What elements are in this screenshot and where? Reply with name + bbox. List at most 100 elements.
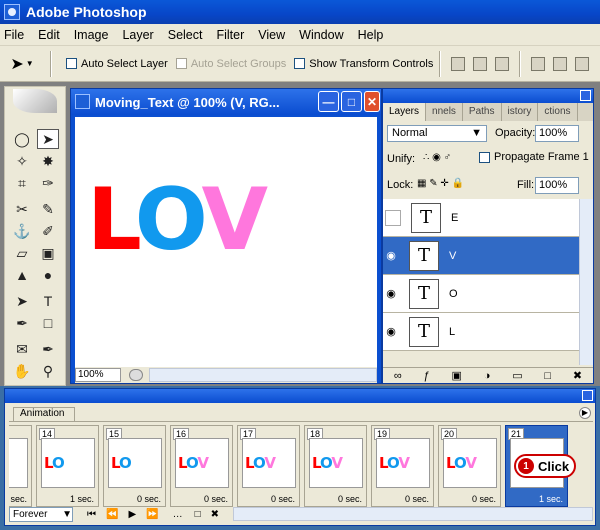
propagate-frame-checkbox[interactable]: Propagate Frame 1 xyxy=(479,151,589,163)
layer-row[interactable]: ◉ T O xyxy=(383,275,579,313)
show-transform-controls-checkbox[interactable]: Show Transform Controls xyxy=(294,58,433,70)
path-selection-tool-icon[interactable]: ➤ xyxy=(11,291,33,311)
link-icon[interactable]: ∞ xyxy=(394,370,402,382)
animation-frame[interactable]: 15 LO 0 sec. xyxy=(103,425,166,507)
panel-collapse-button[interactable] xyxy=(582,390,593,401)
lock-icons[interactable]: ▦ ✎ ✛ 🔒 xyxy=(417,178,464,189)
animation-frame[interactable]: 20 LOV 0 sec. xyxy=(438,425,501,507)
frame-delay[interactable]: 0 sec. xyxy=(405,494,429,504)
history-brush-tool-icon[interactable]: ✐ xyxy=(37,221,59,241)
layer-row[interactable]: ◉ T V xyxy=(383,237,579,275)
menu-filter[interactable]: Filter xyxy=(216,28,244,42)
auto-select-layer-checkbox[interactable]: Auto Select Layer xyxy=(66,58,168,70)
eyedropper-tool-icon[interactable]: ✒ xyxy=(37,339,59,359)
align-bottom-icon[interactable] xyxy=(495,56,510,71)
menu-window[interactable]: Window xyxy=(299,28,343,42)
animation-frame[interactable]: 18 LOV 0 sec. xyxy=(304,425,367,507)
horizontal-scrollbar[interactable] xyxy=(149,368,377,382)
crop-tool-icon[interactable]: ⌗ xyxy=(11,173,33,193)
tab-channels[interactable]: nnels xyxy=(426,103,463,121)
minimize-button[interactable]: — xyxy=(318,91,339,112)
eye-icon[interactable]: ◉ xyxy=(383,249,399,262)
zoom-level-field[interactable]: 100% xyxy=(75,368,121,382)
type-tool-icon[interactable]: T xyxy=(37,291,59,311)
marquee-tool-icon[interactable]: ◯ xyxy=(11,129,33,149)
align-hcenter-icon[interactable] xyxy=(553,56,568,71)
menu-layer[interactable]: Layer xyxy=(122,28,153,42)
blend-mode-select[interactable]: Normal ▼ xyxy=(387,125,487,142)
brush-tool-icon[interactable]: ✎ xyxy=(37,199,59,219)
align-vcenter-icon[interactable] xyxy=(473,56,488,71)
close-button[interactable]: ✕ xyxy=(364,91,380,112)
tab-actions[interactable]: ctions xyxy=(538,103,578,121)
unify-icons[interactable]: ∴ ◉ ♂ xyxy=(423,152,451,163)
eye-icon[interactable]: ◉ xyxy=(383,287,399,300)
checkbox-box[interactable] xyxy=(294,58,306,69)
layer-mask-icon[interactable]: ▣ xyxy=(452,369,462,382)
animation-frame[interactable]: 17 LOV 0 sec. xyxy=(237,425,300,507)
frame-delay[interactable]: 1 sec. xyxy=(70,494,94,504)
tab-layers[interactable]: Layers xyxy=(383,103,427,121)
checkbox-box[interactable] xyxy=(66,58,77,69)
menu-help[interactable]: Help xyxy=(358,28,384,42)
animation-panel-header[interactable] xyxy=(5,389,595,403)
layer-row[interactable]: ◉ T L xyxy=(383,313,579,351)
menu-select[interactable]: Select xyxy=(168,28,203,42)
shape-tool-icon[interactable]: □ xyxy=(37,313,59,333)
visibility-toggle[interactable] xyxy=(385,209,401,226)
frame-delay[interactable]: 0 sec. xyxy=(137,494,161,504)
play-icon[interactable]: ▶ xyxy=(128,509,136,520)
blur-tool-icon[interactable]: ▲ xyxy=(11,265,33,285)
adjustment-layer-icon[interactable]: ◑ xyxy=(484,370,491,382)
lasso-tool-icon[interactable]: ✧ xyxy=(11,151,33,171)
animation-frame[interactable]: 14 LO 1 sec. xyxy=(36,425,99,507)
tab-history[interactable]: istory xyxy=(502,103,539,121)
move-tool-icon[interactable]: ➤ xyxy=(37,129,59,149)
document-canvas[interactable]: LOV xyxy=(75,117,377,367)
frame-delay[interactable]: 0 sec. xyxy=(338,494,362,504)
duplicate-frame-icon[interactable]: □ xyxy=(195,509,201,520)
frame-delay[interactable]: 0 sec. xyxy=(271,494,295,504)
next-frame-icon[interactable]: ⏩ xyxy=(146,509,158,520)
menu-file[interactable]: File xyxy=(4,28,24,42)
trash-icon[interactable]: ✖ xyxy=(573,369,582,382)
pen-tool-icon[interactable]: ✒ xyxy=(11,313,33,333)
healing-brush-tool-icon[interactable]: ✂ xyxy=(11,199,33,219)
frame-delay[interactable]: 0 sec. xyxy=(9,494,27,504)
previous-frame-icon[interactable]: ⏪ xyxy=(106,509,118,520)
trash-icon[interactable]: ✖ xyxy=(211,509,219,520)
animation-frame[interactable]: 19 LOV 0 sec. xyxy=(371,425,434,507)
fill-field[interactable]: 100% xyxy=(535,177,579,194)
new-group-icon[interactable]: ▭ xyxy=(512,369,522,382)
zoom-tool-icon[interactable]: ⚲ xyxy=(37,361,59,381)
eraser-tool-icon[interactable]: ▱ xyxy=(11,243,33,263)
checkbox-box[interactable] xyxy=(479,151,490,163)
layer-style-icon[interactable]: ƒ xyxy=(424,370,430,382)
layer-row[interactable]: T E xyxy=(383,199,579,237)
horizontal-scrollbar[interactable] xyxy=(233,507,593,521)
new-layer-icon[interactable]: □ xyxy=(544,370,551,382)
animation-frame[interactable]: O 0 sec. xyxy=(9,425,32,507)
gradient-tool-icon[interactable]: ▣ xyxy=(37,243,59,263)
panel-menu-icon[interactable]: ▶ xyxy=(579,407,591,419)
align-left-icon[interactable] xyxy=(531,56,546,71)
magic-wand-tool-icon[interactable]: ✸ xyxy=(37,151,59,171)
menu-image[interactable]: Image xyxy=(74,28,109,42)
animation-frame[interactable]: 16 LOV 0 sec. xyxy=(170,425,233,507)
tween-icon[interactable]: … xyxy=(173,509,183,520)
status-menu-icon[interactable] xyxy=(129,369,143,381)
first-frame-icon[interactable]: ⏮ xyxy=(87,509,96,520)
tab-paths[interactable]: Paths xyxy=(463,103,502,121)
notes-tool-icon[interactable]: ✉ xyxy=(11,339,33,359)
slice-tool-icon[interactable]: ✑ xyxy=(37,173,59,193)
align-right-icon[interactable] xyxy=(575,56,590,71)
opacity-field[interactable]: 100% xyxy=(535,125,579,142)
layers-scrollbar[interactable] xyxy=(579,199,593,365)
tab-animation[interactable]: Animation xyxy=(13,407,75,421)
layers-panel-header[interactable] xyxy=(383,89,593,103)
menu-edit[interactable]: Edit xyxy=(38,28,60,42)
hand-tool-icon[interactable]: ✋ xyxy=(11,361,33,381)
eye-icon[interactable]: ◉ xyxy=(383,325,399,338)
align-top-icon[interactable] xyxy=(451,56,466,71)
menu-view[interactable]: View xyxy=(258,28,285,42)
